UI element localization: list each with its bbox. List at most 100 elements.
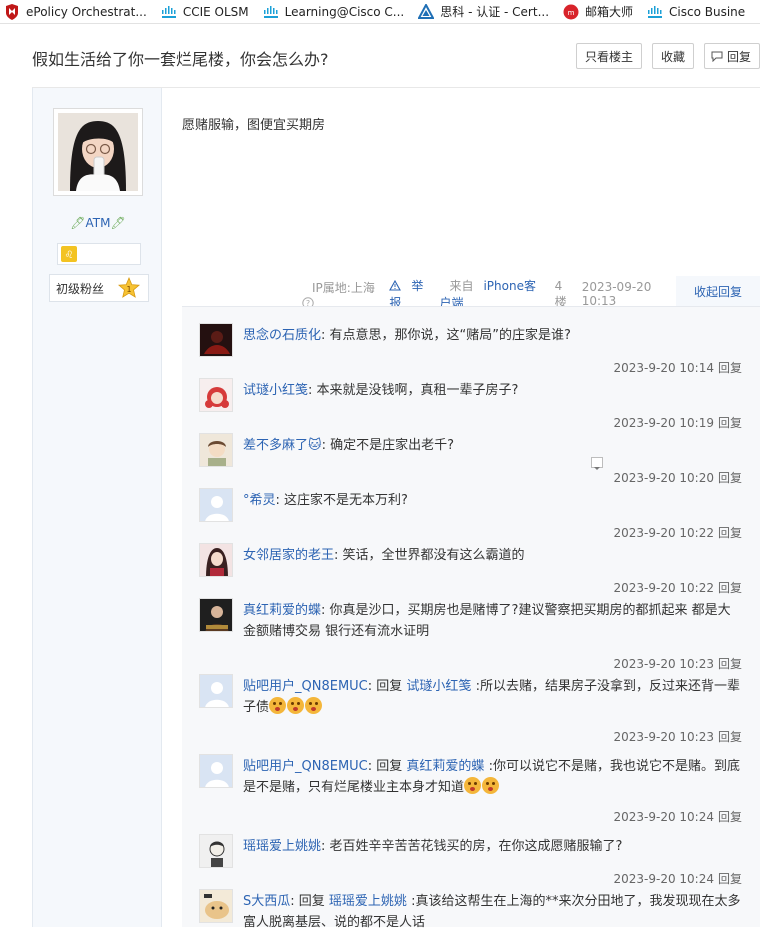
reply-username[interactable]: 思念の石质化 [243, 328, 321, 343]
expand-dropdown[interactable] [591, 457, 603, 470]
reply-time: 2023-9-20 10:14 [613, 361, 714, 375]
reply-time: 2023-9-20 10:22 [613, 581, 714, 595]
post-content: 愿赌服输，图便宜买期房 [182, 118, 326, 133]
reply-username[interactable]: 试璲小红笺 [243, 383, 308, 398]
member-badge[interactable]: ♌ [57, 243, 141, 265]
reply-text: 女邻居家的老王: 笑话，全世界都没有这么霸道的 [243, 548, 525, 563]
reply-username[interactable]: °希灵 [243, 493, 276, 508]
favorite-button[interactable]: 收藏 [652, 43, 694, 69]
surprised-emoji-icon [287, 697, 305, 714]
reply-time: 2023-9-20 10:24 [613, 872, 714, 886]
svg-text:m: m [568, 9, 575, 17]
avatar[interactable] [199, 323, 233, 357]
bookmark-cisco-business[interactable]: Cisco Busine [647, 0, 746, 23]
only-op-button[interactable]: 只看楼主 [576, 43, 642, 69]
mcafee-shield-icon [6, 3, 18, 20]
reply-button-label: 回复 [727, 49, 752, 64]
ip-location: IP属地:上海 ? [302, 279, 379, 310]
avatar-image [200, 890, 232, 922]
post-floor-4: 🖊ATM🖊 ♌ 初级粉丝 1 愿赌服输，图便宜买期房 IP属地:上海 ? 举报 … [32, 88, 760, 930]
list-item: 瑶瑶爱上姚姚: 老百姓辛辛苦苦花钱买的房，在你这成愿赌服输了? 2023-9-2… [182, 834, 760, 889]
avatar[interactable] [199, 889, 233, 923]
reply-action-button[interactable]: 回复 [718, 730, 742, 744]
bookmark-label: ePolicy Orchestrat... [26, 4, 147, 19]
reply-action-button[interactable]: 回复 [718, 526, 742, 540]
bookmark-learning-cisco[interactable]: Learning@Cisco C... [263, 0, 404, 23]
author-sidebar: 🖊ATM🖊 ♌ 初级粉丝 1 [32, 88, 162, 927]
avatar-image [200, 544, 232, 576]
author-name: ATM [85, 216, 111, 230]
avatar[interactable] [199, 598, 233, 632]
bookmark-label: Cisco Busine [669, 4, 746, 19]
list-item: 思念の石质化: 有点意思，那你说，这“赌局”的庄家是谁? 2023-9-20 1… [182, 323, 760, 378]
fan-level-badge[interactable]: 初级粉丝 1 [49, 274, 149, 302]
list-item: 真红莉爱的蝶: 你真是沙口，买期房也是赌博了?建议警察把买期房的都抓起来 都是大… [182, 598, 760, 674]
reply-action-button[interactable]: 回复 [718, 581, 742, 595]
bookmark-ccie-olsm[interactable]: CCIE OLSM [161, 0, 249, 23]
avatar[interactable] [199, 433, 233, 467]
svg-text:♌: ♌ [65, 250, 74, 261]
avatar[interactable] [199, 488, 233, 522]
reply-action-button[interactable]: 回复 [718, 361, 742, 375]
avatar[interactable] [199, 754, 233, 788]
triangle-logo-icon [418, 3, 435, 19]
thread-title: 假如生活给了你一套烂尾楼，你会怎么办? [32, 50, 329, 69]
collapse-replies-button[interactable]: 收起回复 [676, 276, 760, 306]
floor-number: 4楼 [554, 278, 567, 309]
reply-username[interactable]: 差不多麻了🐱 [243, 438, 322, 453]
thread-header: 假如生活给了你一套烂尾楼，你会怎么办? 只看楼主 收藏 回复 [0, 24, 760, 88]
avatar-image [200, 599, 232, 631]
reply-action-button[interactable]: 回复 [718, 810, 742, 824]
avatar[interactable] [199, 674, 233, 708]
reply-action-button[interactable]: 回复 [718, 657, 742, 671]
reply-username[interactable]: S大西瓜 [243, 894, 290, 909]
list-item: 试璲小红笺: 本来就是没钱啊，真租一辈子房子? 2023-9-20 10:19 回… [182, 378, 760, 433]
netease-mail-icon: m [563, 4, 579, 19]
reply-action-button[interactable]: 回复 [718, 872, 742, 886]
surprised-emoji-icon [464, 777, 482, 794]
reply-action-button[interactable]: 回复 [718, 471, 742, 485]
reply-text: 贴吧用户_QN8EMUC: 回复 真红莉爱的蝶 :你可以说它不是赌，我也说它不是… [243, 759, 740, 795]
bookmark-mail-master[interactable]: m 邮箱大师 [563, 0, 633, 23]
reply-to-username[interactable]: 试璲小红笺 [406, 679, 471, 694]
reply-footer: 2023-9-20 10:14 回复 [613, 359, 742, 376]
author-username[interactable]: 🖊ATM🖊 [33, 216, 163, 230]
reply-username[interactable]: 贴吧用户_QN8EMUC [243, 759, 368, 774]
surprised-emoji-icon [482, 777, 500, 794]
reply-time: 2023-9-20 10:24 [613, 810, 714, 824]
reply-to-username[interactable]: 瑶瑶爱上姚姚 [329, 894, 407, 909]
reply-time: 2023-9-20 10:20 [613, 471, 714, 485]
reply-username[interactable]: 女邻居家的老王 [243, 548, 334, 563]
cisco-logo-icon [648, 5, 663, 18]
bookmark-cisco-cert[interactable]: 思科 - 认证 - Cert... [418, 0, 549, 23]
avatar-image [200, 835, 232, 867]
avatar-image [200, 434, 232, 466]
zodiac-badge-icon: ♌ [61, 246, 77, 262]
bookmark-epolicy[interactable]: ePolicy Orchestrat... [4, 0, 147, 23]
reply-text: 贴吧用户_QN8EMUC: 回复 试璲小红笺 :所以去赌，结果房子没拿到，反过来… [243, 679, 740, 715]
list-item: 贴吧用户_QN8EMUC: 回复 真红莉爱的蝶 :你可以说它不是赌，我也说它不是… [182, 754, 760, 834]
avatar[interactable] [199, 378, 233, 412]
reply-text: 瑶瑶爱上姚姚: 老百姓辛辛苦苦花钱买的房，在你这成愿赌服输了? [243, 839, 623, 854]
star-level-icon: 1 [118, 277, 140, 298]
reply-to-username[interactable]: 真红莉爱的蝶 [406, 759, 484, 774]
fan-level-label: 初级粉丝 [56, 281, 105, 296]
reply-username[interactable]: 真红莉爱的蝶 [243, 603, 321, 618]
bookmarks-bar: ePolicy Orchestrat... CCIE OLSM Learning… [0, 0, 760, 24]
avatar[interactable] [199, 543, 233, 577]
reply-username[interactable]: 瑶瑶爱上姚姚 [243, 839, 321, 854]
leaf-icon: 🖊 [110, 216, 126, 230]
warning-icon [389, 279, 402, 291]
reply-footer: 2023-9-20 10:20 回复 [613, 469, 742, 486]
reply-button[interactable]: 回复 [704, 43, 760, 69]
author-avatar[interactable] [53, 108, 143, 196]
reply-time: 2023-9-20 10:22 [613, 526, 714, 540]
avatar-image [200, 379, 232, 411]
default-avatar-icon [200, 675, 232, 707]
avatar[interactable] [199, 834, 233, 868]
reply-text: °希灵: 这庄家不是无本万利? [243, 493, 408, 508]
reply-footer: 2023-9-20 10:23 回复 [613, 655, 742, 672]
leaf-icon: 🖊 [70, 216, 86, 230]
reply-action-button[interactable]: 回复 [718, 416, 742, 430]
reply-username[interactable]: 贴吧用户_QN8EMUC [243, 679, 368, 694]
